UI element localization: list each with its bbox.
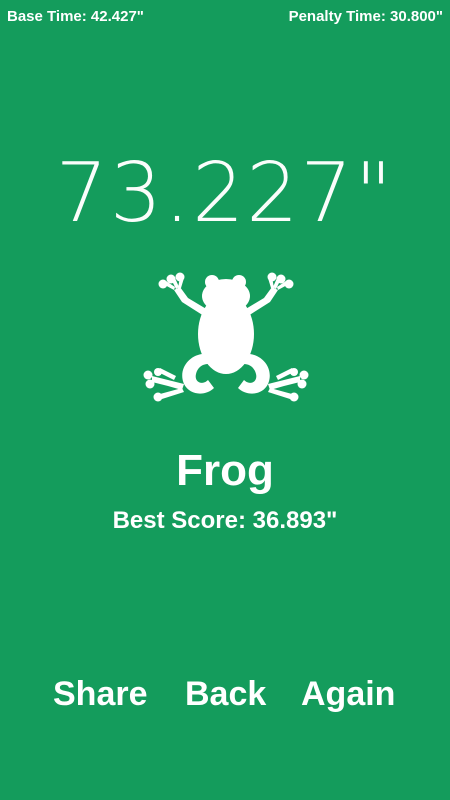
animal-name: Frog <box>176 446 274 495</box>
back-button[interactable]: Back <box>185 672 266 716</box>
share-button[interactable]: Share <box>53 672 148 716</box>
base-time-label: Base Time: 42.427" <box>7 8 144 25</box>
top-bar: Base Time: 42.427" Penalty Time: 30.800" <box>0 0 450 36</box>
frog-icon <box>143 272 309 402</box>
again-button[interactable]: Again <box>301 672 395 716</box>
total-time-display: 73.227" <box>55 146 395 241</box>
best-score-label: Best Score: 36.893" <box>112 507 338 534</box>
action-bar: Share Back Again <box>0 672 450 718</box>
penalty-time-label: Penalty Time: 30.800" <box>288 8 443 25</box>
